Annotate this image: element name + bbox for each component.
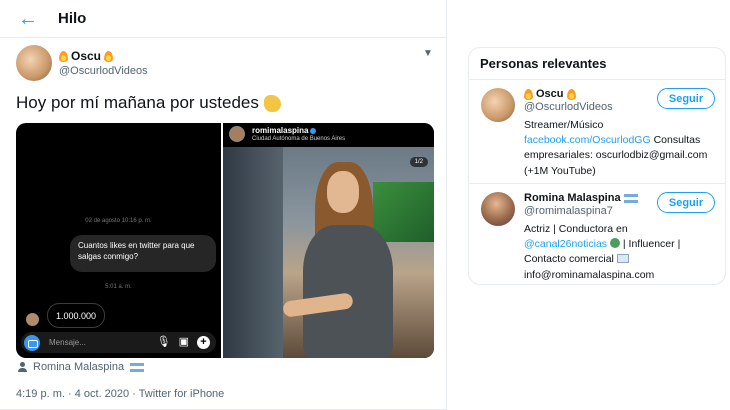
thread-header: ← Hilo: [0, 0, 446, 38]
instagram-post-header: romimalaspina Ciudad Autónoma de Buenos …: [223, 123, 434, 147]
chat-date: 02 de agosto 10:16 p. m.: [85, 218, 152, 224]
person-name[interactable]: Romina Malaspina: [524, 192, 638, 204]
avatar[interactable]: [481, 88, 515, 122]
follow-button[interactable]: Seguir: [657, 192, 715, 213]
camera-icon: [24, 334, 40, 351]
bio-text: Actriz | Conductora en: [524, 223, 628, 235]
page-title: Hilo: [58, 10, 87, 27]
image-icon: ▣: [178, 336, 189, 348]
person-name-text: Oscu: [536, 88, 564, 100]
author-handle[interactable]: @OscurlodVideos: [59, 65, 148, 77]
chat-message-answer: 1.000.000: [47, 303, 105, 328]
instagram-location: Ciudad Autónoma de Buenos Aires: [252, 136, 346, 142]
clapping-hands-icon: [263, 94, 281, 112]
envelope-icon: [616, 254, 629, 264]
verified-badge-icon: [310, 127, 317, 134]
tweet-media[interactable]: 02 de agosto 10:16 p. m. Cuantos likes e…: [16, 123, 434, 358]
argentina-flag-icon: [130, 362, 145, 372]
photo-counter: 1/2: [409, 157, 428, 167]
arrow-left-icon[interactable]: ←: [18, 9, 40, 29]
tweet-timestamp[interactable]: 4:19 p. m. · 4 oct. 2020 · Twitter for i…: [16, 388, 224, 400]
chevron-down-icon[interactable]: ▼: [423, 48, 433, 59]
avatar[interactable]: [16, 45, 52, 81]
message-placeholder: Mensaje...: [49, 338, 86, 347]
tagged-user[interactable]: Romina Malaspina: [18, 361, 145, 373]
globe-icon: [609, 238, 620, 249]
photo: [223, 147, 434, 358]
thread-column: ← Hilo Oscu @OscurlodVideos ▼ Hoy por mí…: [0, 0, 447, 410]
tweet[interactable]: Oscu @OscurlodVideos ▼ Hoy por mí mañana…: [0, 38, 446, 410]
tweet-text: Hoy por mí mañana por ustedes: [16, 93, 281, 113]
bio-mention-link[interactable]: @canal26noticias: [524, 238, 607, 250]
person-card-romina[interactable]: Romina Malaspina @romimalaspina7 Seguir …: [469, 184, 725, 284]
person-handle[interactable]: @romimalaspina7: [524, 205, 613, 217]
person-icon: [18, 362, 27, 372]
tweet-text-content: Hoy por mí mañana por ustedes: [16, 93, 259, 112]
fire-icon: [566, 88, 576, 100]
chat-screenshot-image[interactable]: 02 de agosto 10:16 p. m. Cuantos likes e…: [16, 123, 221, 358]
instagram-username: romimalaspina: [252, 126, 317, 135]
plus-icon: +: [197, 336, 210, 349]
avatar[interactable]: [481, 192, 515, 226]
fire-icon: [59, 50, 68, 62]
person-handle[interactable]: @OscurlodVideos: [524, 101, 613, 113]
person-bio: Actriz | Conductora en @canal26noticias …: [524, 222, 718, 283]
person-name[interactable]: Oscu: [524, 88, 576, 100]
message-composer: Mensaje... 🎙 ▣ +: [21, 332, 216, 353]
microphone-icon: 🎙: [156, 336, 171, 348]
fire-icon: [524, 88, 533, 100]
tweet-author[interactable]: Oscu @OscurlodVideos: [16, 45, 148, 81]
person-bio: Streamer/Músico facebook.com/OscurlodGG …: [524, 118, 718, 179]
chat-message-question: Cuantos likes en twitter para que salgas…: [70, 235, 216, 272]
tagged-user-name[interactable]: Romina Malaspina: [33, 361, 124, 373]
follow-button[interactable]: Seguir: [657, 88, 715, 109]
panel-title: Personas relevantes: [469, 48, 725, 80]
bio-text: Streamer/Músico: [524, 119, 604, 131]
fire-icon: [104, 50, 114, 62]
instagram-username-text: romimalaspina: [252, 126, 309, 135]
avatar: [229, 126, 245, 142]
chat-time: 5:01 a. m.: [105, 284, 132, 290]
person-name-text: Romina Malaspina: [524, 192, 621, 204]
person-card-oscu[interactable]: Oscu @OscurlodVideos Seguir Streamer/Mús…: [469, 80, 725, 184]
argentina-flag-icon: [623, 193, 638, 203]
bio-link[interactable]: facebook.com/OscurlodGG: [524, 134, 651, 146]
author-name-text: Oscu: [71, 49, 102, 63]
instagram-photo-image[interactable]: romimalaspina Ciudad Autónoma de Buenos …: [223, 123, 434, 358]
author-display-name[interactable]: Oscu: [59, 49, 148, 63]
avatar: [26, 313, 39, 326]
relevant-people-panel: Personas relevantes Oscu @OscurlodVideos…: [468, 47, 726, 285]
bio-text: info@rominamalaspina.com: [524, 268, 655, 281]
